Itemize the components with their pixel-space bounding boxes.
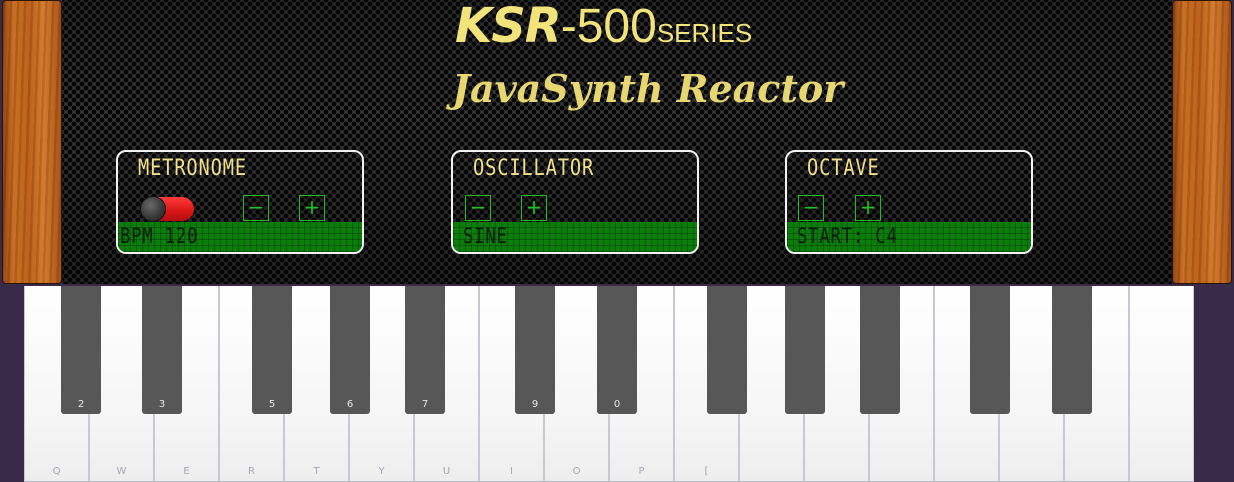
black-key[interactable]: 3 [142, 286, 182, 414]
metronome-title: METRONOME [138, 156, 247, 181]
black-key-label: 3 [158, 399, 166, 410]
black-key[interactable]: 0 [597, 286, 637, 414]
metronome-panel: METRONOME − + BPM 120 [116, 150, 364, 254]
oscillator-next-button[interactable]: + [521, 195, 547, 221]
metronome-display-text: BPM 120 [120, 224, 199, 248]
white-key-label: U [442, 466, 451, 477]
black-key-label: 6 [346, 399, 354, 410]
oscillator-display: SINE [453, 222, 697, 252]
metronome-increase-button[interactable]: + [299, 195, 325, 221]
oscillator-title: OSCILLATOR [473, 156, 595, 181]
octave-decrease-button[interactable]: − [798, 195, 824, 221]
metronome-display: BPM 120 [118, 222, 362, 252]
white-key-label: [ [704, 466, 709, 477]
white-key-label: Q [52, 466, 61, 477]
toggle-knob [140, 196, 166, 222]
oscillator-panel: OSCILLATOR − + SINE [451, 150, 699, 254]
black-key[interactable]: 7 [405, 286, 445, 414]
logo-brand: KSR [455, 0, 562, 54]
oscillator-previous-button[interactable]: − [465, 195, 491, 221]
logo-series: SERIES [656, 18, 753, 48]
white-key-label: I [510, 466, 513, 477]
logo-model-number: 500 [576, 0, 657, 53]
black-key[interactable]: 6 [330, 286, 370, 414]
white-key-label: W [116, 466, 127, 477]
metronome-toggle[interactable] [140, 196, 194, 222]
logo-dash: - [560, 0, 577, 53]
octave-title: OCTAVE [807, 156, 880, 181]
white-key-label: T [313, 466, 320, 477]
white-key-label: Y [378, 466, 385, 477]
black-key-label: 7 [421, 399, 429, 410]
white-key[interactable] [1129, 286, 1194, 482]
white-key-label: O [572, 466, 581, 477]
black-key-label: 0 [613, 399, 621, 410]
black-key-label: 2 [77, 399, 85, 410]
piano-keyboard: Q W E R T Y U I O P [ 2 3 5 6 7 9 0 [24, 286, 1194, 482]
app-subtitle: JavaSynth Reactor [452, 66, 844, 111]
black-key[interactable]: 5 [252, 286, 292, 414]
black-key-label: 5 [268, 399, 276, 410]
logo: KSR-500SERIES [455, 0, 752, 58]
right-wood-panel [1172, 0, 1232, 284]
octave-display: START: C4 [787, 222, 1031, 252]
octave-panel: OCTAVE − + START: C4 [785, 150, 1033, 254]
black-key[interactable]: 2 [61, 286, 101, 414]
black-key[interactable]: 9 [515, 286, 555, 414]
left-wood-panel [2, 0, 62, 284]
black-key[interactable] [707, 286, 747, 414]
black-key[interactable] [970, 286, 1010, 414]
black-key-label: 9 [531, 399, 539, 410]
black-key[interactable] [1052, 286, 1092, 414]
white-key-label: P [638, 466, 645, 477]
oscillator-display-text: SINE [463, 224, 508, 248]
metronome-decrease-button[interactable]: − [243, 195, 269, 221]
white-key-label: E [183, 466, 190, 477]
octave-increase-button[interactable]: + [855, 195, 881, 221]
black-key[interactable] [860, 286, 900, 414]
white-key-label: R [248, 466, 255, 477]
synth-app: KSR-500SERIES JavaSynth Reactor METRONOM… [0, 0, 1234, 482]
octave-display-text: START: C4 [797, 224, 898, 248]
black-key[interactable] [785, 286, 825, 414]
